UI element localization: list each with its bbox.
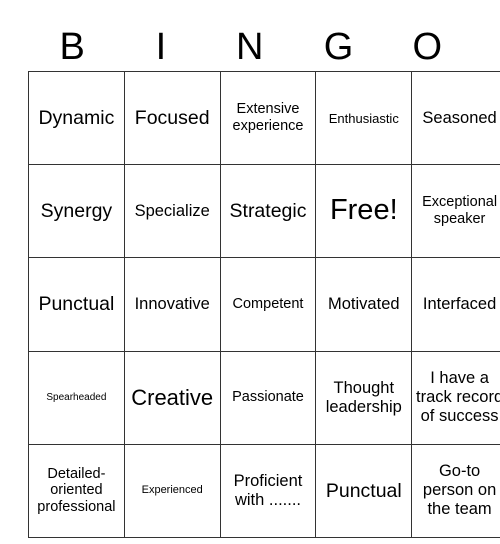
bingo-cell[interactable]: Extensive experience: [219, 70, 317, 166]
bingo-cell[interactable]: Focused: [123, 70, 221, 166]
bingo-row: Punctual Innovative Competent Motivated Inte…: [28, 257, 500, 352]
bingo-cell[interactable]: Specialize: [123, 164, 221, 259]
bingo-cell[interactable]: Creative: [123, 350, 221, 445]
bingo-header-letter-i: I: [155, 25, 167, 68]
bingo-cell[interactable]: Detailed-oriented professional: [28, 443, 125, 538]
bingo-cell[interactable]: I have a track record of success: [411, 350, 500, 445]
bingo-grid: Dynamic Focused Extensive experience Enthus…: [28, 70, 500, 538]
bingo-row: Dynamic Focused Extensive experience Enthus…: [28, 70, 500, 166]
bingo-cell[interactable]: Exceptional speaker: [411, 164, 500, 259]
bingo-header-letter-b: B: [59, 25, 86, 68]
bingo-cell[interactable]: Strategic: [219, 164, 317, 259]
bingo-cell[interactable]: Seasoned: [411, 70, 500, 166]
bingo-cell[interactable]: Synergy: [28, 164, 125, 259]
bingo-cell[interactable]: Competent: [219, 257, 317, 352]
bingo-row: Spearheaded Creative Passionate Thought lea…: [28, 350, 500, 445]
bingo-cell[interactable]: Proficient with .......: [219, 443, 317, 538]
bingo-row: Synergy Specialize Strategic Free! Exception…: [28, 164, 500, 259]
bingo-cell[interactable]: Go-to person on the team: [411, 443, 500, 538]
bingo-cell[interactable]: Enthusiastic: [315, 70, 413, 166]
bingo-cell[interactable]: Experienced: [123, 443, 221, 538]
bingo-row: Detailed-oriented professional Experience…: [28, 443, 500, 538]
bingo-header-letter-g: G: [323, 25, 354, 68]
bingo-header-row: BINGO: [28, 22, 472, 71]
bingo-cell[interactable]: Interfaced: [411, 257, 500, 352]
bingo-header-letter-n: N: [236, 25, 264, 68]
bingo-cell[interactable]: Thought leadership: [315, 350, 413, 445]
bingo-card: B I N G O Dynamic Focused Extensive experience…: [28, 22, 500, 538]
bingo-cell[interactable]: Innovative: [123, 257, 221, 352]
bingo-cell[interactable]: Motivated: [315, 257, 413, 352]
bingo-cell[interactable]: Punctual: [28, 257, 125, 352]
bingo-grid-body: Dynamic Focused Extensive experience Enthus…: [28, 70, 500, 538]
bingo-cell[interactable]: Punctual: [315, 443, 413, 538]
bingo-cell[interactable]: Dynamic: [28, 70, 125, 166]
bingo-cell[interactable]: Spearheaded: [28, 350, 125, 445]
bingo-header-letter-o: O: [412, 25, 443, 68]
bingo-cell[interactable]: Passionate: [219, 350, 317, 445]
bingo-free-space[interactable]: Free!: [315, 164, 413, 259]
